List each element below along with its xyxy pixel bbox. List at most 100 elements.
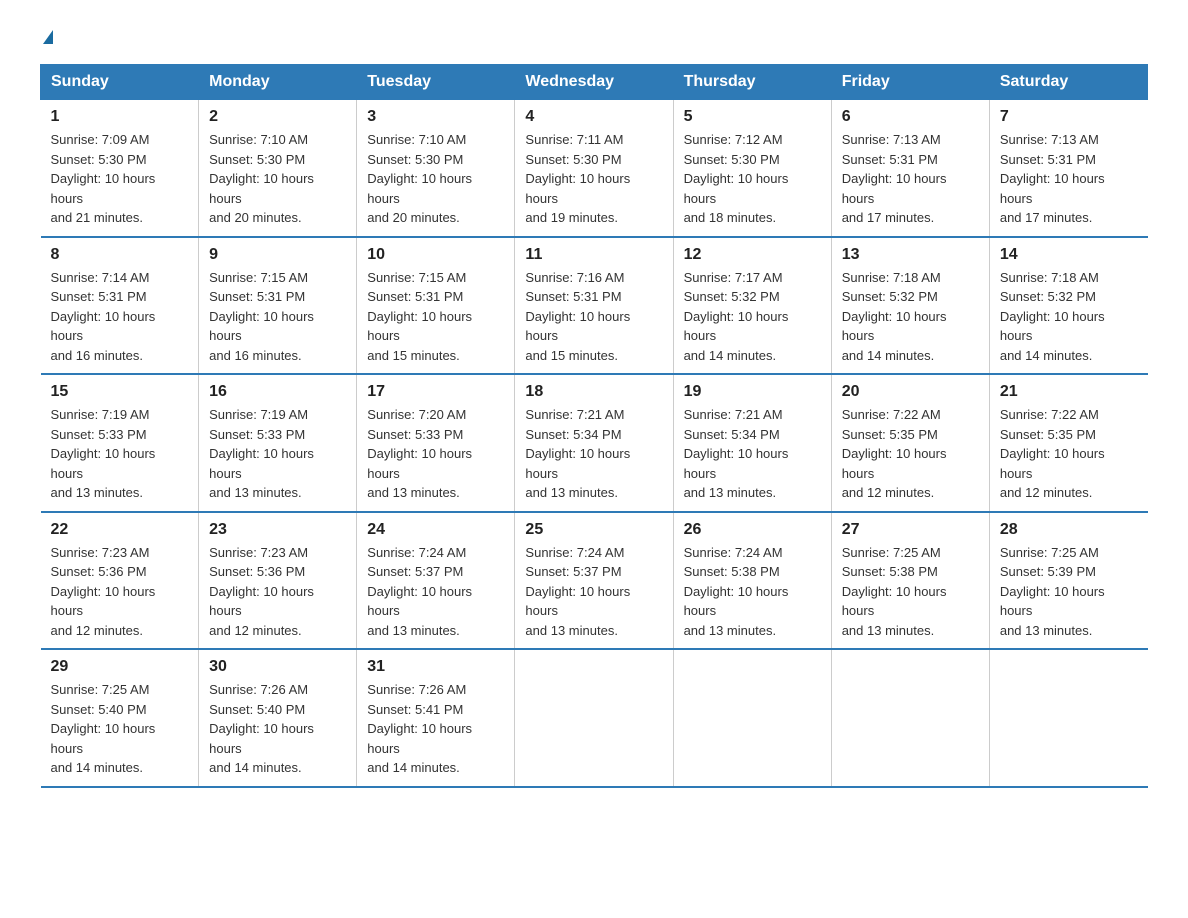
day-cell: 20 Sunrise: 7:22 AMSunset: 5:35 PMDaylig… <box>831 374 989 512</box>
week-row-2: 8 Sunrise: 7:14 AMSunset: 5:31 PMDayligh… <box>41 237 1148 375</box>
day-info: Sunrise: 7:18 AMSunset: 5:32 PMDaylight:… <box>842 268 979 366</box>
day-number: 10 <box>367 246 504 264</box>
day-number: 22 <box>51 521 189 539</box>
day-cell: 31 Sunrise: 7:26 AMSunset: 5:41 PMDaylig… <box>357 649 515 787</box>
day-cell <box>831 649 989 787</box>
day-cell: 14 Sunrise: 7:18 AMSunset: 5:32 PMDaylig… <box>989 237 1147 375</box>
day-cell: 5 Sunrise: 7:12 AMSunset: 5:30 PMDayligh… <box>673 100 831 237</box>
day-number: 15 <box>51 383 189 401</box>
header-friday: Friday <box>831 65 989 100</box>
day-cell: 18 Sunrise: 7:21 AMSunset: 5:34 PMDaylig… <box>515 374 673 512</box>
day-info: Sunrise: 7:11 AMSunset: 5:30 PMDaylight:… <box>525 130 662 228</box>
header-saturday: Saturday <box>989 65 1147 100</box>
day-info: Sunrise: 7:25 AMSunset: 5:40 PMDaylight:… <box>51 680 189 778</box>
day-info: Sunrise: 7:13 AMSunset: 5:31 PMDaylight:… <box>842 130 979 228</box>
day-number: 9 <box>209 246 346 264</box>
day-number: 13 <box>842 246 979 264</box>
day-info: Sunrise: 7:24 AMSunset: 5:38 PMDaylight:… <box>684 543 821 641</box>
day-info: Sunrise: 7:19 AMSunset: 5:33 PMDaylight:… <box>209 405 346 503</box>
day-cell: 23 Sunrise: 7:23 AMSunset: 5:36 PMDaylig… <box>199 512 357 650</box>
day-cell: 3 Sunrise: 7:10 AMSunset: 5:30 PMDayligh… <box>357 100 515 237</box>
day-number: 24 <box>367 521 504 539</box>
day-cell: 17 Sunrise: 7:20 AMSunset: 5:33 PMDaylig… <box>357 374 515 512</box>
day-cell: 15 Sunrise: 7:19 AMSunset: 5:33 PMDaylig… <box>41 374 199 512</box>
calendar-table: SundayMondayTuesdayWednesdayThursdayFrid… <box>40 64 1148 788</box>
day-cell: 11 Sunrise: 7:16 AMSunset: 5:31 PMDaylig… <box>515 237 673 375</box>
day-info: Sunrise: 7:14 AMSunset: 5:31 PMDaylight:… <box>51 268 189 366</box>
day-cell: 29 Sunrise: 7:25 AMSunset: 5:40 PMDaylig… <box>41 649 199 787</box>
day-number: 27 <box>842 521 979 539</box>
day-info: Sunrise: 7:22 AMSunset: 5:35 PMDaylight:… <box>842 405 979 503</box>
day-info: Sunrise: 7:17 AMSunset: 5:32 PMDaylight:… <box>684 268 821 366</box>
day-number: 11 <box>525 246 662 264</box>
day-number: 8 <box>51 246 189 264</box>
day-number: 16 <box>209 383 346 401</box>
day-info: Sunrise: 7:09 AMSunset: 5:30 PMDaylight:… <box>51 130 189 228</box>
day-cell: 26 Sunrise: 7:24 AMSunset: 5:38 PMDaylig… <box>673 512 831 650</box>
day-cell: 9 Sunrise: 7:15 AMSunset: 5:31 PMDayligh… <box>199 237 357 375</box>
day-cell: 27 Sunrise: 7:25 AMSunset: 5:38 PMDaylig… <box>831 512 989 650</box>
day-cell: 24 Sunrise: 7:24 AMSunset: 5:37 PMDaylig… <box>357 512 515 650</box>
day-cell: 13 Sunrise: 7:18 AMSunset: 5:32 PMDaylig… <box>831 237 989 375</box>
day-number: 17 <box>367 383 504 401</box>
day-info: Sunrise: 7:25 AMSunset: 5:39 PMDaylight:… <box>1000 543 1138 641</box>
day-number: 20 <box>842 383 979 401</box>
day-number: 31 <box>367 658 504 676</box>
day-number: 21 <box>1000 383 1138 401</box>
day-info: Sunrise: 7:26 AMSunset: 5:41 PMDaylight:… <box>367 680 504 778</box>
day-info: Sunrise: 7:23 AMSunset: 5:36 PMDaylight:… <box>51 543 189 641</box>
week-row-3: 15 Sunrise: 7:19 AMSunset: 5:33 PMDaylig… <box>41 374 1148 512</box>
day-cell: 22 Sunrise: 7:23 AMSunset: 5:36 PMDaylig… <box>41 512 199 650</box>
day-info: Sunrise: 7:21 AMSunset: 5:34 PMDaylight:… <box>684 405 821 503</box>
day-cell: 10 Sunrise: 7:15 AMSunset: 5:31 PMDaylig… <box>357 237 515 375</box>
day-info: Sunrise: 7:20 AMSunset: 5:33 PMDaylight:… <box>367 405 504 503</box>
header-sunday: Sunday <box>41 65 199 100</box>
day-number: 6 <box>842 108 979 126</box>
day-number: 29 <box>51 658 189 676</box>
day-info: Sunrise: 7:13 AMSunset: 5:31 PMDaylight:… <box>1000 130 1138 228</box>
day-info: Sunrise: 7:22 AMSunset: 5:35 PMDaylight:… <box>1000 405 1138 503</box>
logo <box>40 30 53 44</box>
day-cell: 21 Sunrise: 7:22 AMSunset: 5:35 PMDaylig… <box>989 374 1147 512</box>
day-info: Sunrise: 7:24 AMSunset: 5:37 PMDaylight:… <box>525 543 662 641</box>
day-number: 28 <box>1000 521 1138 539</box>
day-info: Sunrise: 7:26 AMSunset: 5:40 PMDaylight:… <box>209 680 346 778</box>
header-tuesday: Tuesday <box>357 65 515 100</box>
day-number: 1 <box>51 108 189 126</box>
day-cell <box>515 649 673 787</box>
day-number: 5 <box>684 108 821 126</box>
page-header <box>40 30 1148 44</box>
day-info: Sunrise: 7:12 AMSunset: 5:30 PMDaylight:… <box>684 130 821 228</box>
week-row-4: 22 Sunrise: 7:23 AMSunset: 5:36 PMDaylig… <box>41 512 1148 650</box>
day-cell <box>989 649 1147 787</box>
header-thursday: Thursday <box>673 65 831 100</box>
day-info: Sunrise: 7:10 AMSunset: 5:30 PMDaylight:… <box>209 130 346 228</box>
day-number: 19 <box>684 383 821 401</box>
day-cell: 16 Sunrise: 7:19 AMSunset: 5:33 PMDaylig… <box>199 374 357 512</box>
day-info: Sunrise: 7:15 AMSunset: 5:31 PMDaylight:… <box>367 268 504 366</box>
day-number: 2 <box>209 108 346 126</box>
day-number: 26 <box>684 521 821 539</box>
day-cell <box>673 649 831 787</box>
day-number: 12 <box>684 246 821 264</box>
day-number: 7 <box>1000 108 1138 126</box>
day-info: Sunrise: 7:25 AMSunset: 5:38 PMDaylight:… <box>842 543 979 641</box>
day-number: 3 <box>367 108 504 126</box>
day-number: 30 <box>209 658 346 676</box>
day-cell: 28 Sunrise: 7:25 AMSunset: 5:39 PMDaylig… <box>989 512 1147 650</box>
day-number: 25 <box>525 521 662 539</box>
day-cell: 7 Sunrise: 7:13 AMSunset: 5:31 PMDayligh… <box>989 100 1147 237</box>
day-info: Sunrise: 7:10 AMSunset: 5:30 PMDaylight:… <box>367 130 504 228</box>
day-cell: 30 Sunrise: 7:26 AMSunset: 5:40 PMDaylig… <box>199 649 357 787</box>
day-cell: 25 Sunrise: 7:24 AMSunset: 5:37 PMDaylig… <box>515 512 673 650</box>
day-cell: 6 Sunrise: 7:13 AMSunset: 5:31 PMDayligh… <box>831 100 989 237</box>
day-info: Sunrise: 7:15 AMSunset: 5:31 PMDaylight:… <box>209 268 346 366</box>
week-row-1: 1 Sunrise: 7:09 AMSunset: 5:30 PMDayligh… <box>41 100 1148 237</box>
day-cell: 19 Sunrise: 7:21 AMSunset: 5:34 PMDaylig… <box>673 374 831 512</box>
day-info: Sunrise: 7:23 AMSunset: 5:36 PMDaylight:… <box>209 543 346 641</box>
day-info: Sunrise: 7:19 AMSunset: 5:33 PMDaylight:… <box>51 405 189 503</box>
day-number: 23 <box>209 521 346 539</box>
day-cell: 12 Sunrise: 7:17 AMSunset: 5:32 PMDaylig… <box>673 237 831 375</box>
day-cell: 2 Sunrise: 7:10 AMSunset: 5:30 PMDayligh… <box>199 100 357 237</box>
day-number: 18 <box>525 383 662 401</box>
